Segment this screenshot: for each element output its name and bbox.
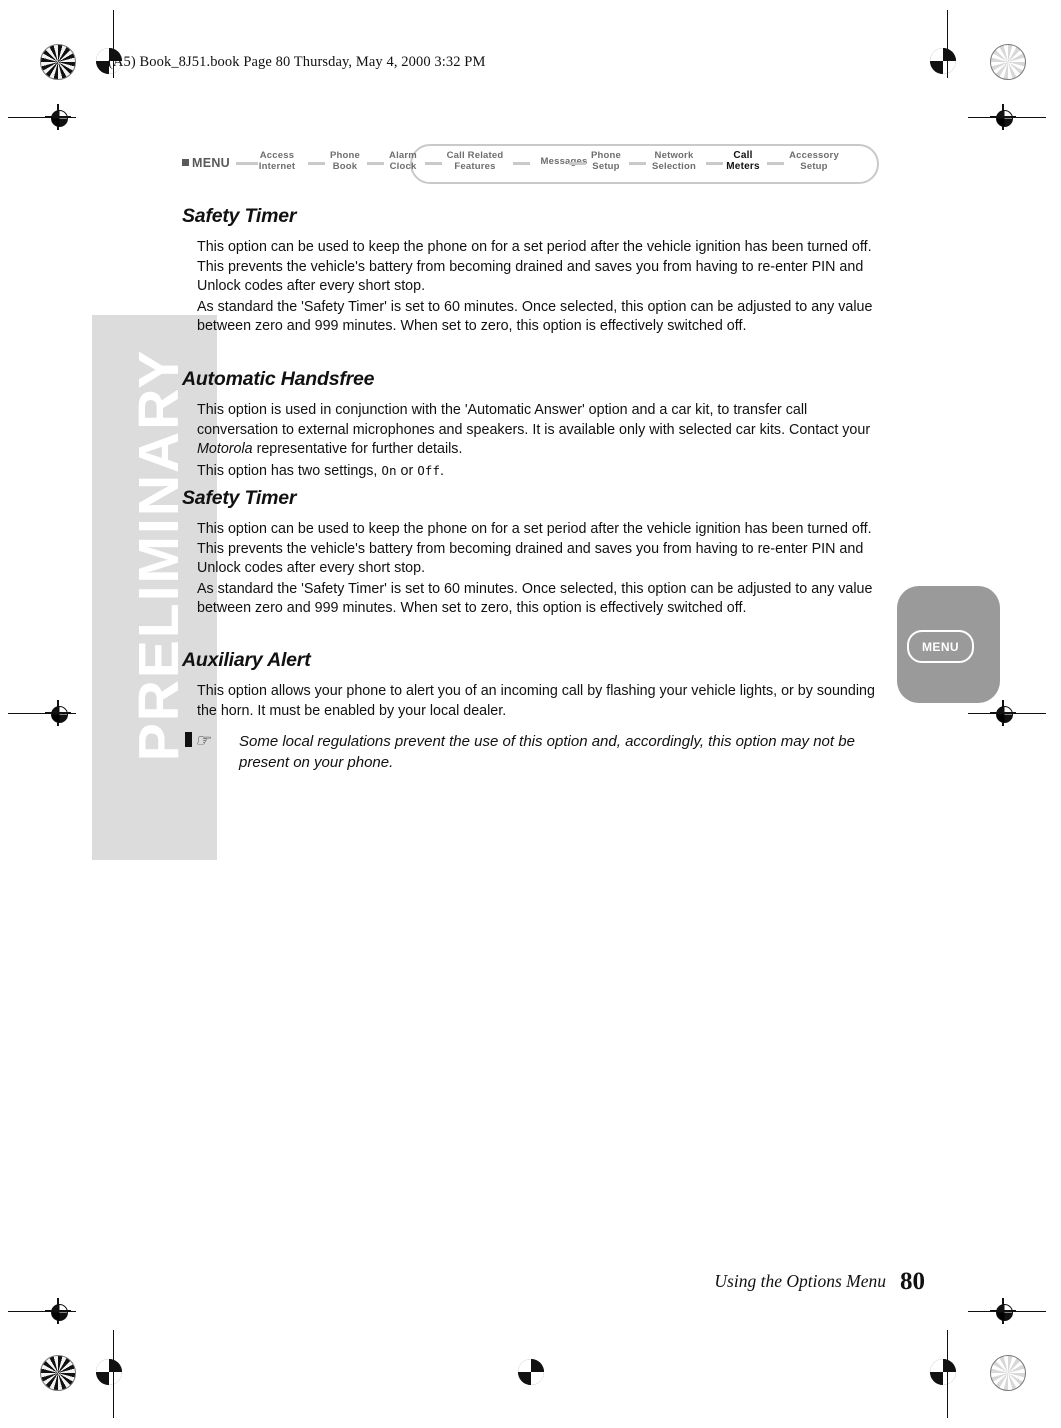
breadcrumb-item-phone-book[interactable]: Phone Book	[321, 150, 369, 172]
section-paragraph: This option allows your phone to alert y…	[197, 683, 875, 719]
running-head: (A5) Book_8J51.book Page 80 Thursday, Ma…	[108, 54, 486, 70]
crop-mark-right-mid-h	[968, 713, 1046, 714]
page-footer: Using the Options Menu 80	[0, 1268, 925, 1296]
setting-value-on: On	[381, 462, 397, 478]
pointing-hand-icon: ☞	[195, 731, 211, 751]
menu-square-icon	[182, 159, 189, 166]
menu-breadcrumb-bar: MENU Access Internet Phone Book Alarm Cl…	[182, 144, 879, 188]
crop-mark-left-bot-h	[8, 1311, 76, 1312]
section-automatic-handsfree: Automatic Handsfree This option is used …	[182, 368, 882, 481]
crop-mark-left-top-h	[8, 117, 76, 118]
color-bar-bottom-left	[96, 1359, 122, 1385]
brand-name: Motorola	[197, 441, 253, 458]
section-heading: Safety Timer	[182, 487, 297, 509]
menu-key-illustration: MENU	[897, 586, 1000, 703]
crop-mark-right-bot-h	[968, 1311, 1046, 1312]
note-block: ☞ Some local regulations prevent the use…	[182, 731, 882, 773]
section-paragraph: As standard the 'Safety Timer' is set to…	[197, 580, 873, 617]
note-bar-icon	[185, 732, 192, 748]
registration-mark-bottom-right	[990, 1355, 1026, 1391]
section-heading: Auxiliary Alert	[182, 649, 311, 671]
section-paragraph: This option has two settings, On or Off.	[197, 462, 444, 479]
registration-mark-bottom-left	[40, 1355, 76, 1391]
breadcrumb-item-phone-setup[interactable]: Phone Setup	[582, 150, 630, 172]
section-heading: Safety Timer	[182, 205, 297, 227]
section-paragraph: This option is used in conjunction with …	[197, 402, 871, 458]
breadcrumb-item-accessory-setup[interactable]: Accessory Setup	[779, 150, 849, 172]
menu-key-label: MENU	[922, 639, 959, 654]
footer-page-number: 80	[900, 1268, 925, 1295]
footer-chapter-title: Using the Options Menu	[714, 1271, 886, 1291]
crop-mark-right-top-h	[968, 117, 1046, 118]
section-heading: Automatic Handsfree	[182, 368, 375, 390]
crop-mark-bottom-right-v	[947, 1330, 948, 1418]
registration-mark-top-left	[40, 44, 76, 80]
crop-mark-left-mid-h	[8, 713, 76, 714]
color-bar-bottom-right	[930, 1359, 956, 1385]
color-bar-bottom-center	[518, 1359, 544, 1385]
crop-mark-top-right-v	[947, 10, 948, 78]
breadcrumb-item-alarm-clock[interactable]: Alarm Clock	[379, 150, 427, 172]
section-safety-timer-1: Safety Timer This option can be used to …	[182, 205, 882, 337]
breadcrumb-item-call-meters[interactable]: Call Meters	[719, 150, 767, 172]
crop-mark-bottom-left-v	[113, 1330, 114, 1418]
section-auxiliary-alert: Auxiliary Alert This option allows your …	[182, 649, 882, 773]
note-text: Some local regulations prevent the use o…	[239, 733, 855, 772]
color-bar-top-right	[930, 48, 956, 74]
registration-mark-top-right	[990, 44, 1026, 80]
section-safety-timer-2: Safety Timer This option can be used to …	[182, 487, 882, 619]
section-paragraph: This option can be used to keep the phon…	[197, 521, 872, 577]
setting-value-off: Off	[417, 462, 440, 478]
breadcrumb-item-access-internet[interactable]: Access Internet	[246, 150, 308, 172]
section-paragraph: As standard the 'Safety Timer' is set to…	[197, 298, 873, 335]
menu-key-button[interactable]: MENU	[907, 630, 974, 663]
menu-label-text: MENU	[192, 156, 231, 170]
document-page: (A5) Book_8J51.book Page 80 Thursday, Ma…	[0, 0, 1061, 1428]
section-paragraph: This option can be used to keep the phon…	[197, 239, 872, 295]
menu-label: MENU	[182, 156, 230, 170]
breadcrumb-item-network-selection[interactable]: Network Selection	[641, 150, 707, 172]
